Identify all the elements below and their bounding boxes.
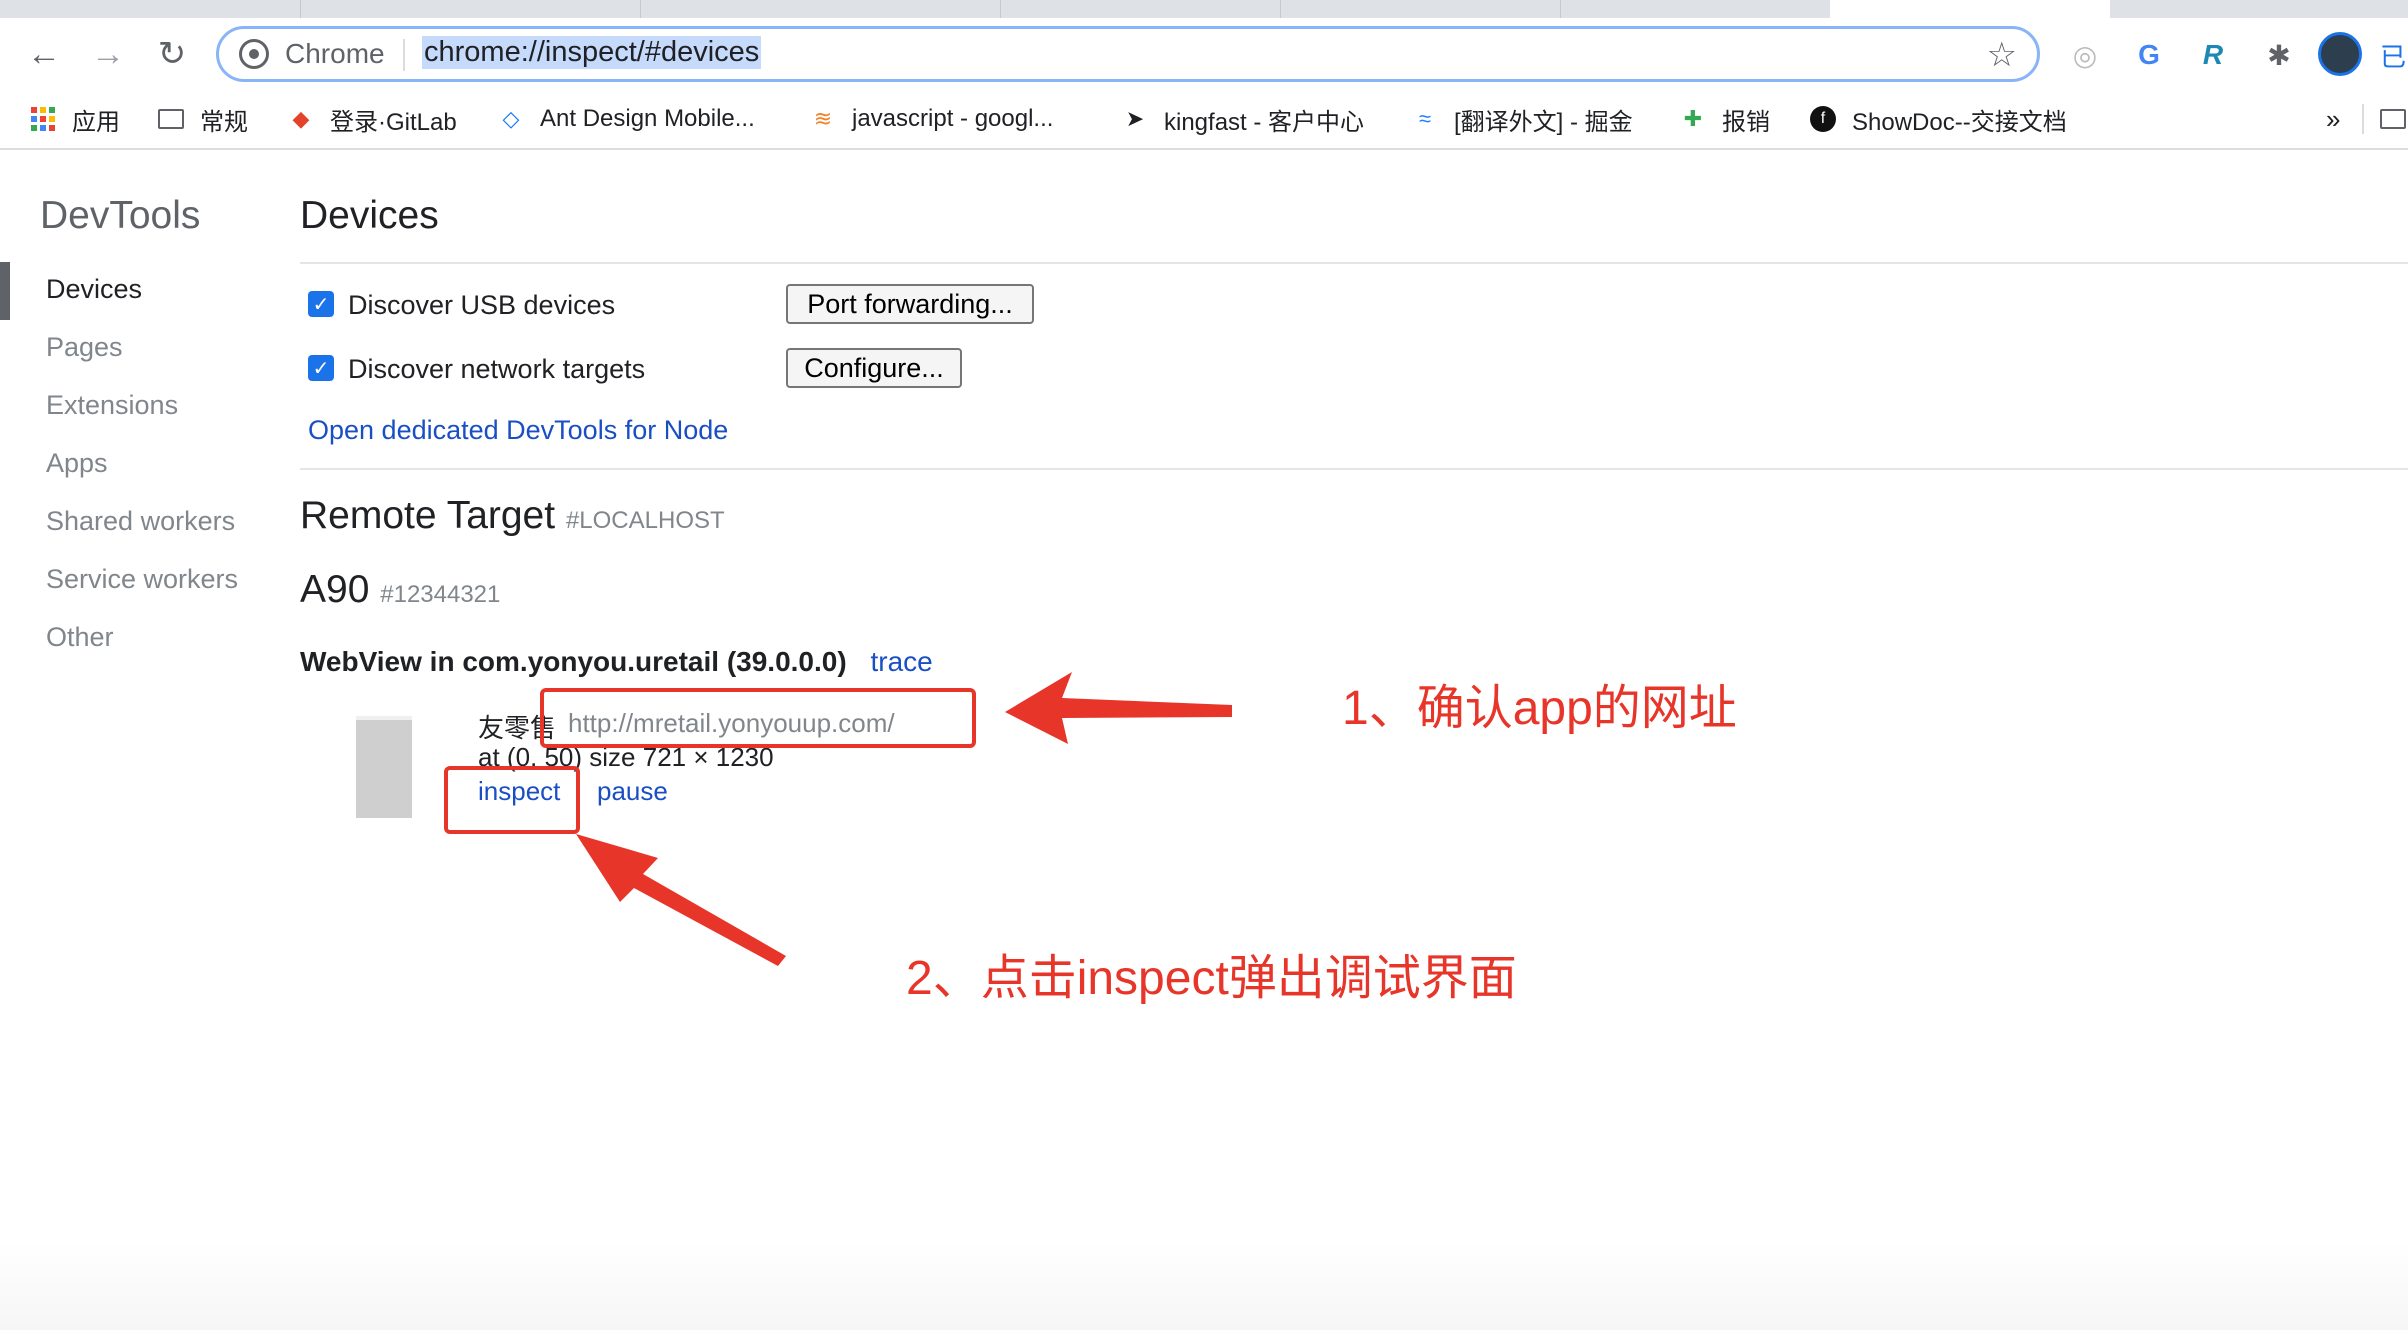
- annotation-arrows: [576, 672, 1232, 966]
- arrow-to-url: [1005, 672, 1232, 744]
- annotation-step-1: 1、确认app的网址: [1342, 682, 1737, 735]
- bottom-fade: [0, 1240, 2408, 1330]
- arrow-to-inspect: [576, 834, 786, 966]
- annotation-step-2: 2、点击inspect弹出调试界面: [906, 952, 1517, 1005]
